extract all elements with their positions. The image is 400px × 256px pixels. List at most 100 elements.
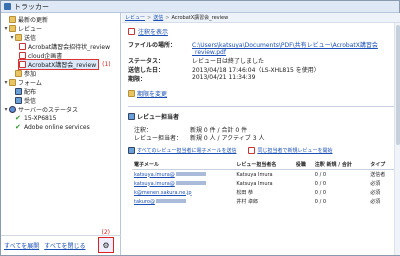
tree-item-sent[interactable]: ▾ 送信 (3, 33, 118, 42)
breadcrumb-review[interactable]: レビュー (125, 14, 145, 21)
tracker-window: トラッカー 最新の更新 ▾ レビュー ▾ 送信 Acrobat講習会招待状_re… (0, 0, 400, 256)
tree-item-review-doc-3[interactable]: AcrobatX講習会_review (1) (3, 59, 118, 70)
breadcrumb-current: AcrobatX講習会_review (171, 15, 229, 21)
start-review-action[interactable]: 同じ担当者で新規レビューを開始 (248, 147, 332, 154)
prop-sent-value: 2013/04/18 17:46:04（LS-XHL815 を使用） (192, 67, 320, 74)
stat-reviewers: レビュー担当者： 新規 0 人 / アクティブ 3 人 (134, 133, 400, 142)
tree-label-distributed: 配布 (24, 89, 37, 96)
expand-all-link[interactable]: すべてを展開 (4, 241, 39, 250)
folder-icon (9, 16, 16, 23)
tree-label-doc3: AcrobatX講習会_review (28, 62, 97, 69)
tree-item-received[interactable]: 受信 (3, 96, 118, 105)
reviewer-actions: すべてのレビュー担当者に電子メールを送信 同じ担当者で新規レビューを開始 (128, 147, 400, 154)
tree-item-forms[interactable]: ▾ フォーム (3, 78, 118, 87)
change-deadline-link[interactable]: 期限を変更 (137, 89, 167, 98)
tree-label-server1: 15-XP6815 (24, 115, 57, 122)
breadcrumb-separator: > (165, 14, 170, 21)
tree-item-server-1[interactable]: ✔ 15-XP6815 (3, 114, 118, 123)
collapse-all-link[interactable]: すべてを閉じる (44, 241, 85, 250)
prop-deadline-value: 2013/04/21 11:34:39 (192, 74, 256, 81)
check-icon: ✔ (15, 114, 21, 122)
table-row[interactable]: takuro@ 井村 卓郎 0 / 0 必須 (132, 197, 394, 206)
vertical-scrollbar[interactable] (394, 23, 400, 255)
tracker-icon (4, 3, 11, 10)
settings-icon: ⚙ (102, 240, 110, 250)
reviewer-comments: 0 / 0 (314, 171, 327, 178)
tree-item-recent[interactable]: 最新の更新 (3, 15, 118, 24)
redacted-block (175, 181, 206, 185)
stat-reviewers-value: 新規 0 人 / アクティブ 3 人 (190, 134, 265, 142)
reviewer-type: 必須 (370, 190, 381, 196)
new-review-icon (248, 147, 256, 154)
breadcrumb-sent[interactable]: 送信 (153, 14, 163, 21)
tree-item-review-doc-2[interactable]: cloud企画書 (3, 51, 118, 60)
window-title: トラッカー (14, 2, 49, 11)
email-all-link[interactable]: すべてのレビュー担当者に電子メールを送信 (137, 147, 236, 154)
folder-icon (9, 79, 16, 86)
envelope-icon (15, 97, 22, 104)
prop-status-value: レビュー日は終了しました (192, 58, 265, 65)
reviewer-title (294, 188, 313, 197)
tracker-tree-panel: 最新の更新 ▾ レビュー ▾ 送信 Acrobat講習会招待状_review c… (1, 13, 121, 255)
start-review-link[interactable]: 同じ担当者で新規レビューを開始 (257, 147, 332, 154)
tree: 最新の更新 ▾ レビュー ▾ 送信 Acrobat講習会招待状_review c… (1, 13, 120, 134)
table-row[interactable]: katsuya.imura@ Katsuya Imura 0 / 0 必須 (132, 179, 394, 188)
calendar-icon (128, 90, 135, 97)
pdf-icon (19, 52, 26, 59)
reviewer-comments: 0 / 0 (314, 180, 327, 187)
email-link[interactable]: takuro@ (134, 199, 155, 205)
prop-sent-label: 送信した日： (128, 67, 165, 74)
table-row[interactable]: katsuya.imura@ Katsuya Imura 0 / 0 送信者 (132, 170, 394, 180)
tree-item-join[interactable]: 参加 (3, 69, 118, 78)
prop-deadline-label: 期限： (128, 76, 147, 83)
tree-label-review: レビュー (18, 26, 43, 33)
divider (128, 106, 394, 107)
check-icon: ✔ (15, 123, 21, 131)
col-title[interactable]: 役職 (293, 160, 313, 170)
email-link[interactable]: katsuya.imura@ (134, 181, 175, 187)
tree-label-join: 参加 (24, 71, 37, 78)
breadcrumb-separator: > (147, 14, 152, 21)
show-comments-row: 注釈を表示 (128, 27, 400, 36)
scrollbar-thumb[interactable] (396, 25, 400, 145)
tree-label-forms: フォーム (18, 80, 42, 87)
table-row[interactable]: k@menen.sakura.ne.jp 松田 恭 0 / 0 必須 (132, 188, 394, 197)
tree-item-server-2[interactable]: ✔ Adobe online services (3, 123, 118, 132)
prop-status: ステータス： レビュー日は終了しました (128, 56, 400, 65)
col-comments[interactable]: 注釈 新規 / 合計 (312, 160, 369, 170)
title-bar: トラッカー (1, 1, 399, 13)
envelope-icon (15, 88, 22, 95)
comment-icon (128, 28, 135, 35)
reviewer-title (294, 170, 313, 180)
tree-item-review-doc-1[interactable]: Acrobat講習会招待状_review (3, 42, 118, 51)
settings-button[interactable]: ⚙ (98, 237, 114, 253)
tree-item-server-status[interactable]: ▾ サーバーのステータス (3, 105, 118, 114)
people-icon (128, 113, 135, 120)
tree-item-review[interactable]: ▾ レビュー (3, 24, 118, 33)
show-comments-link[interactable]: 注釈を表示 (138, 27, 168, 36)
properties: ファイルの場所： C:\Users\katsuya\Documents\PDF\… (128, 40, 400, 83)
col-email[interactable]: 電子メール (132, 160, 235, 170)
selected-item[interactable]: AcrobatX講習会_review (17, 59, 100, 70)
col-type[interactable]: タイプ (368, 160, 394, 170)
tree-label-sent: 送信 (24, 35, 37, 42)
email-link[interactable]: katsuya.imura@ (134, 172, 175, 178)
change-deadline-row: 期限を変更 (128, 89, 400, 98)
prop-status-label: ステータス： (128, 58, 165, 65)
email-all-action[interactable]: すべてのレビュー担当者に電子メールを送信 (128, 147, 236, 154)
reviewers-table: 電子メール レビュー担当者名 役職 注釈 新規 / 合計 タイプ katsuya… (132, 160, 394, 206)
stat-reviewers-label: レビュー担当者： (134, 134, 183, 142)
email-link[interactable]: k@menen.sakura.ne.jp (134, 190, 192, 196)
detail-panel: レビュー > 送信 > AcrobatX講習会_review 注釈を表示 ファイ… (122, 13, 400, 255)
tree-label-server2: Adobe online services (24, 124, 90, 131)
col-name[interactable]: レビュー担当者名 (234, 160, 294, 170)
folder-icon (15, 34, 22, 41)
callout-2: (2) (101, 229, 111, 236)
reviewer-comments: 0 / 0 (314, 198, 327, 205)
tree-label-recent: 最新の更新 (18, 17, 49, 24)
tree-label-doc1: Acrobat講習会招待状_review (28, 44, 110, 51)
prop-deadline: 期限： 2013/04/21 11:34:39 (128, 74, 400, 83)
prop-file-value[interactable]: C:\Users\katsuya\Documents\PDF\共有レビュー\Ac… (192, 40, 400, 56)
tree-item-distributed[interactable]: 配布 (3, 87, 118, 96)
prop-sent: 送信した日： 2013/04/18 17:46:04（LS-XHL815 を使用… (128, 65, 400, 74)
